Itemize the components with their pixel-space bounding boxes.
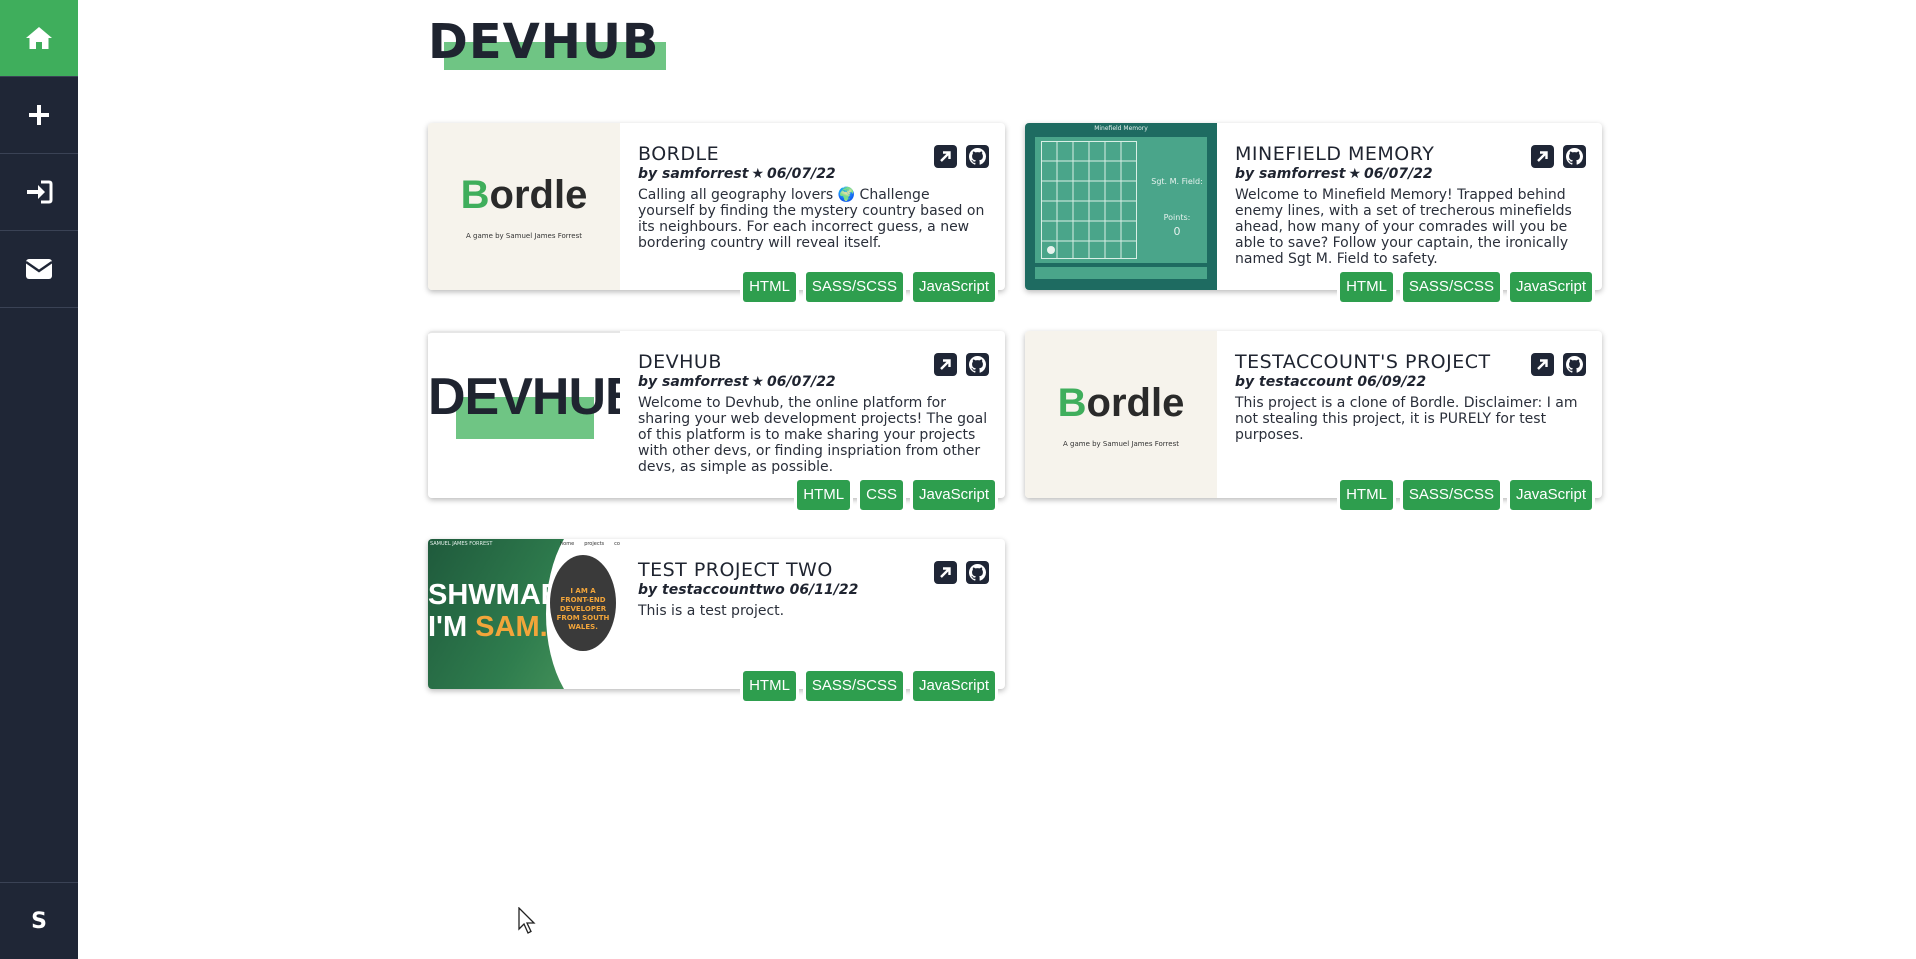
tag-javascript: JavaScript: [1509, 480, 1592, 510]
tag-javascript: JavaScript: [912, 272, 995, 302]
nav-login[interactable]: [0, 154, 78, 231]
project-thumbnail[interactable]: Bordle A game by Samuel James Forrest: [1025, 331, 1217, 498]
mouse-cursor-icon: [518, 907, 536, 934]
login-icon: [27, 180, 53, 204]
project-card[interactable]: Bordle A game by Samuel James Forrest TE…: [1025, 331, 1602, 510]
tag-javascript: JavaScript: [1509, 272, 1592, 302]
github-icon: [969, 564, 986, 581]
tag-html: HTML: [1340, 480, 1393, 510]
tag-javascript: JavaScript: [912, 671, 995, 701]
thumb-captain: Sgt. M. Field:: [1151, 177, 1203, 186]
github-repo-button[interactable]: [1563, 145, 1586, 168]
project-date: 06/07/22: [767, 374, 836, 390]
project-thumbnail[interactable]: Bordle A game by Samuel James Forrest: [428, 123, 620, 290]
thumb-brand: SAMUEL JAMES FORREST: [430, 541, 493, 547]
tag-javascript: JavaScript: [912, 480, 995, 510]
project-thumbnail[interactable]: SAMUEL JAMES FORREST home projects conta…: [428, 539, 620, 689]
project-description: Calling all geography lovers 🌍 Challenge…: [638, 187, 985, 251]
project-author[interactable]: by samforrest: [638, 166, 748, 182]
mail-icon: [25, 259, 53, 279]
home-icon: [26, 27, 52, 49]
thumb-caption: A game by Samuel James Forrest: [466, 232, 582, 240]
project-date: 06/07/22: [767, 166, 836, 182]
github-repo-button[interactable]: [966, 353, 989, 376]
minefield-grid: [1041, 141, 1137, 259]
external-link-icon: [1537, 359, 1548, 370]
plus-icon: [29, 105, 49, 125]
github-icon: [1566, 148, 1583, 165]
tag-html: HTML: [743, 671, 796, 701]
tag-html: HTML: [743, 272, 796, 302]
project-author[interactable]: by samforrest: [638, 374, 748, 390]
open-live-site-button[interactable]: [934, 145, 957, 168]
external-link-icon: [940, 151, 951, 162]
site-logo[interactable]: DEVHUB: [428, 12, 666, 72]
thumb-nav-home: home: [560, 541, 575, 547]
github-repo-button[interactable]: [1563, 353, 1586, 376]
thumb-caption: A game by Samuel James Forrest: [1063, 440, 1179, 448]
nav-add-project[interactable]: [0, 77, 78, 154]
open-live-site-button[interactable]: [1531, 145, 1554, 168]
project-date: 06/11/22: [789, 582, 859, 598]
project-card[interactable]: Bordle A game by Samuel James Forrest BO…: [428, 123, 1005, 302]
thumb-circle-text: I AM A FRONT-END DEVELOPER FROM SOUTH WA…: [556, 587, 610, 631]
thumb-header: Minefield Memory: [1094, 125, 1148, 132]
project-card[interactable]: DEVHUB DEVHUB by samforrest★06/07/22 Wel…: [428, 331, 1005, 510]
tag-html: HTML: [797, 480, 851, 510]
thumb-nav-contact: contact: [614, 541, 620, 547]
star-icon: ★: [751, 166, 764, 182]
github-repo-button[interactable]: [966, 145, 989, 168]
external-link-icon: [940, 567, 951, 578]
open-live-site-button[interactable]: [1531, 353, 1554, 376]
thumb-greeting-2b: SAM.: [475, 611, 548, 643]
project-thumbnail[interactable]: DEVHUB: [428, 331, 620, 498]
thumb-points-label: Points:: [1163, 213, 1191, 222]
logo-text: DEVHUB: [428, 14, 660, 70]
tag-sass: SASS/SCSS: [1402, 272, 1500, 302]
thumb-logo: DEVHUB: [428, 368, 620, 426]
project-date: 06/09/22: [1357, 374, 1427, 390]
project-thumbnail[interactable]: Minefield Memory Sgt. M. Field: Points: …: [1025, 123, 1217, 290]
external-link-icon: [940, 359, 951, 370]
user-avatar[interactable]: S: [0, 882, 78, 959]
github-icon: [1566, 356, 1583, 373]
project-description: Welcome to Minefield Memory! Trapped beh…: [1235, 187, 1572, 267]
tag-html: HTML: [1340, 272, 1393, 302]
github-icon: [969, 356, 986, 373]
github-repo-button[interactable]: [966, 561, 989, 584]
tag-sass: SASS/SCSS: [1402, 480, 1500, 510]
thumb-greeting: SHWMAE,: [428, 579, 569, 611]
project-description: This is a test project.: [638, 603, 785, 619]
project-author[interactable]: by testaccount: [1235, 374, 1353, 390]
tag-css: CSS: [860, 480, 903, 510]
star-icon: ★: [1348, 166, 1361, 182]
open-live-site-button[interactable]: [934, 561, 957, 584]
sidebar: S: [0, 0, 78, 959]
nav-contact[interactable]: [0, 231, 78, 308]
user-initial: S: [31, 908, 47, 934]
project-card[interactable]: SAMUEL JAMES FORREST home projects conta…: [428, 539, 1005, 701]
project-date: 06/07/22: [1364, 166, 1433, 182]
project-author[interactable]: by samforrest: [1235, 166, 1345, 182]
thumb-nav-projects: projects: [584, 541, 605, 547]
thumb-greeting-2a: I'M: [428, 611, 476, 643]
open-live-site-button[interactable]: [934, 353, 957, 376]
github-icon: [969, 148, 986, 165]
external-link-icon: [1537, 151, 1548, 162]
tag-sass: SASS/SCSS: [805, 272, 903, 302]
tag-sass: SASS/SCSS: [805, 671, 903, 701]
project-description: This project is a clone of Bordle. Discl…: [1235, 395, 1578, 443]
nav-home[interactable]: [0, 0, 78, 77]
project-description: Welcome to Devhub, the online platform f…: [638, 395, 988, 475]
star-icon: ★: [751, 374, 764, 390]
project-card[interactable]: Minefield Memory Sgt. M. Field: Points: …: [1025, 123, 1602, 302]
thumb-points: 0: [1173, 225, 1181, 238]
project-author[interactable]: by testaccounttwo: [638, 582, 785, 598]
